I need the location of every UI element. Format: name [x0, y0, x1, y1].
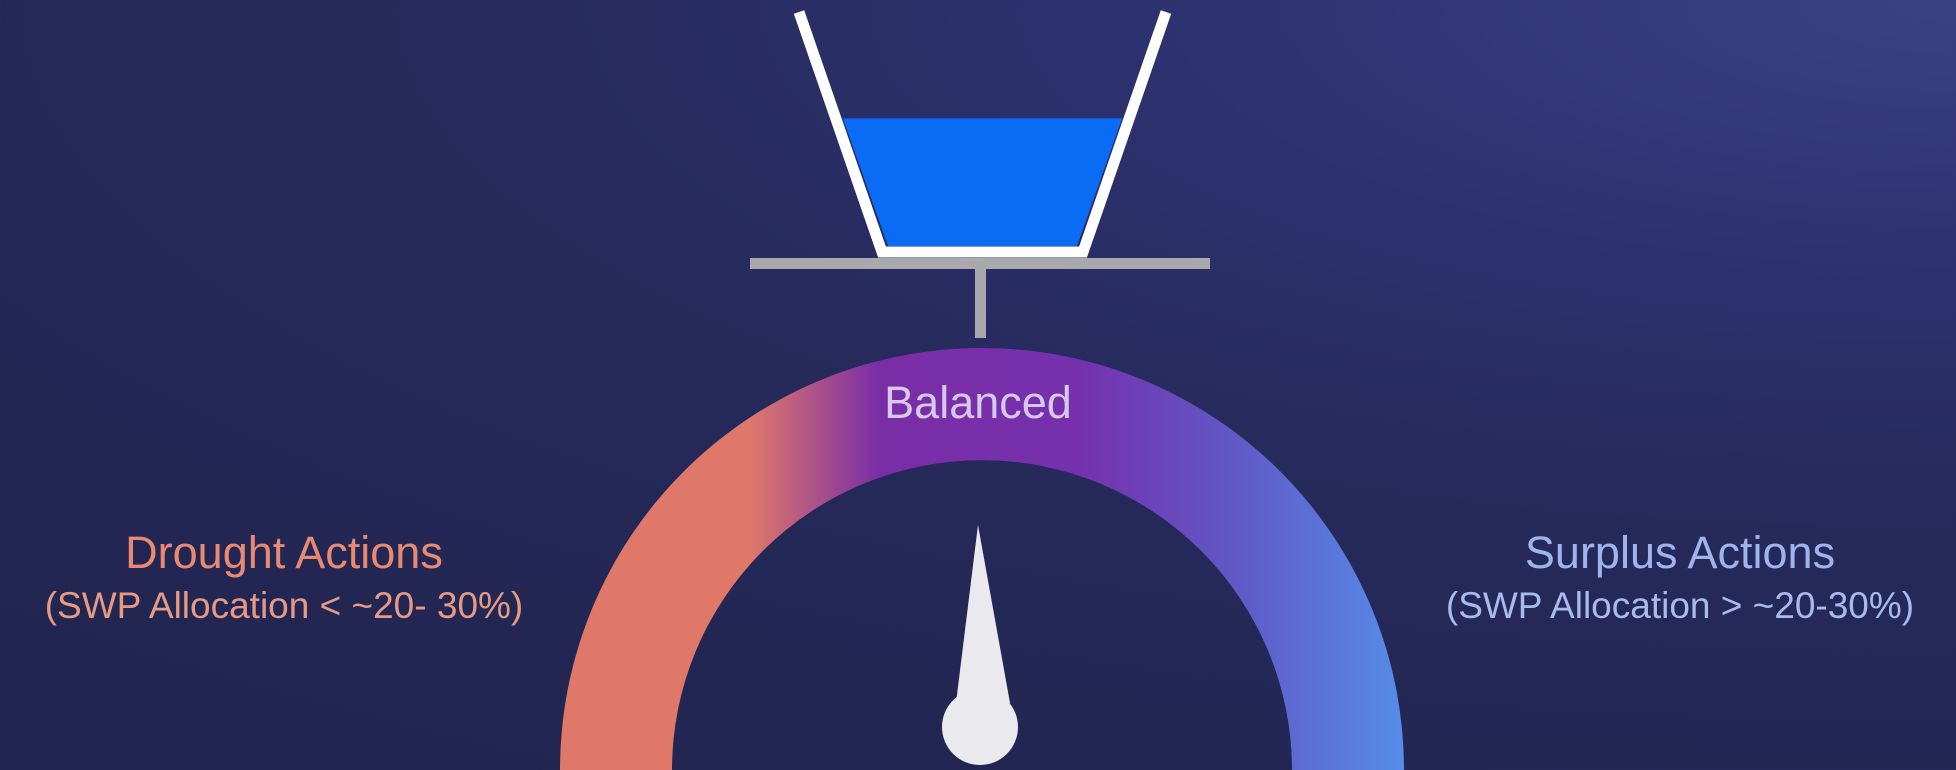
- stand-platform: [750, 258, 1210, 269]
- needle-hub: [942, 689, 1018, 765]
- balanced-label: Balanced: [884, 377, 1072, 428]
- water-fill: [842, 118, 1123, 246]
- surplus-actions-label: Surplus Actions (SWP Allocation > ~20-30…: [1400, 526, 1956, 628]
- water-vessel-icon: [793, 10, 1172, 258]
- surplus-actions-subtitle: (SWP Allocation > ~20-30%): [1445, 585, 1915, 626]
- gauge-needle: [942, 525, 1018, 765]
- needle-blade: [956, 525, 1010, 703]
- scale-stand: [750, 258, 1210, 338]
- drought-actions-title: Drought Actions: [125, 527, 443, 578]
- drought-actions-subtitle: (SWP Allocation < ~20- 30%): [44, 585, 524, 626]
- stand-post: [975, 264, 986, 338]
- drought-actions-label: Drought Actions (SWP Allocation < ~20- 3…: [4, 526, 564, 628]
- surplus-actions-title: Surplus Actions: [1524, 527, 1836, 578]
